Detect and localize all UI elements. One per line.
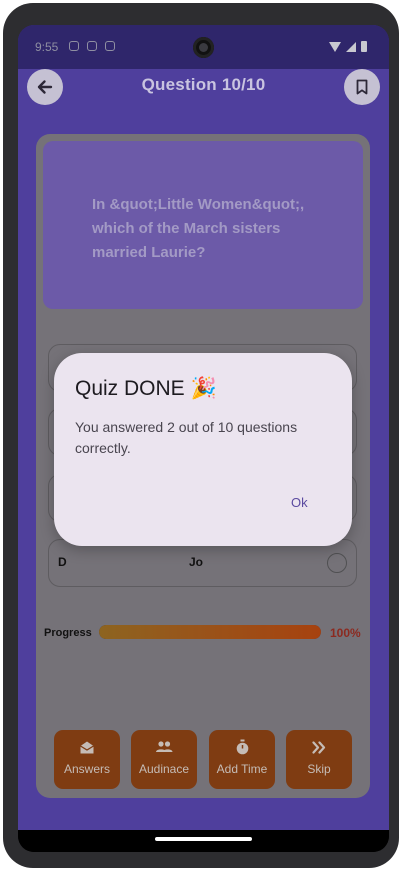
sync-icon <box>105 41 115 51</box>
ok-button[interactable]: Ok <box>287 493 312 512</box>
add-time-label: Add Time <box>216 762 268 776</box>
question-text: In &quot;Little Women&quot;, which of th… <box>92 196 305 261</box>
option-radio[interactable] <box>327 553 347 573</box>
progress-percent: 100% <box>330 626 361 640</box>
progress-fill <box>99 625 321 639</box>
signal-icon <box>346 41 356 52</box>
bookmark-icon <box>356 79 368 95</box>
battery-icon <box>361 41 367 52</box>
status-system-icons <box>329 41 367 52</box>
dialog-title: Quiz DONE 🎉 <box>75 377 217 400</box>
phone-frame: 9:55 Question 10/10 In &quot;Little Wome… <box>3 3 399 868</box>
audience-button[interactable]: Audinace <box>131 730 197 789</box>
audience-label: Audinace <box>138 762 190 776</box>
question-panel: In &quot;Little Women&quot;, which of th… <box>43 141 363 309</box>
dialog-message: You answered 2 out of 10 questions corre… <box>75 419 298 456</box>
sim-icon <box>87 41 97 51</box>
app-bar: Question 10/10 <box>18 69 389 117</box>
answers-label: Answers <box>63 762 110 776</box>
lifeline-actions: Answers Audinace Add Time Skip <box>54 730 354 790</box>
skip-button[interactable]: Skip <box>286 730 352 789</box>
navigation-bar <box>18 830 389 852</box>
device-screen: 9:55 Question 10/10 In &quot;Little Wome… <box>18 25 389 852</box>
bookmark-button[interactable] <box>344 69 380 105</box>
option-letter: D <box>58 555 67 569</box>
status-time: 9:55 <box>35 40 59 54</box>
answer-option-d[interactable]: D Jo <box>48 539 357 587</box>
mail-open-icon <box>79 739 95 755</box>
home-indicator[interactable] <box>155 837 252 841</box>
wifi-icon <box>329 41 341 52</box>
add-time-button[interactable]: Add Time <box>209 730 275 789</box>
option-text: Jo <box>189 555 204 569</box>
double-chevron-right-icon <box>312 739 326 755</box>
progress-bar <box>99 625 321 639</box>
status-bar: 9:55 <box>18 25 389 69</box>
camera-cutout <box>193 37 214 58</box>
skip-label: Skip <box>307 762 331 776</box>
status-notification-icons <box>69 41 115 51</box>
shield-icon <box>69 41 79 51</box>
quiz-screen: 9:55 Question 10/10 In &quot;Little Wome… <box>18 25 389 830</box>
page-title: Question 10/10 <box>141 75 266 94</box>
people-icon <box>155 739 173 755</box>
progress-label: Progress <box>44 627 92 639</box>
answers-button[interactable]: Answers <box>54 730 120 789</box>
quiz-complete-dialog: Quiz DONE 🎉 You answered 2 out of 10 que… <box>54 353 352 546</box>
stopwatch-icon <box>235 739 250 755</box>
